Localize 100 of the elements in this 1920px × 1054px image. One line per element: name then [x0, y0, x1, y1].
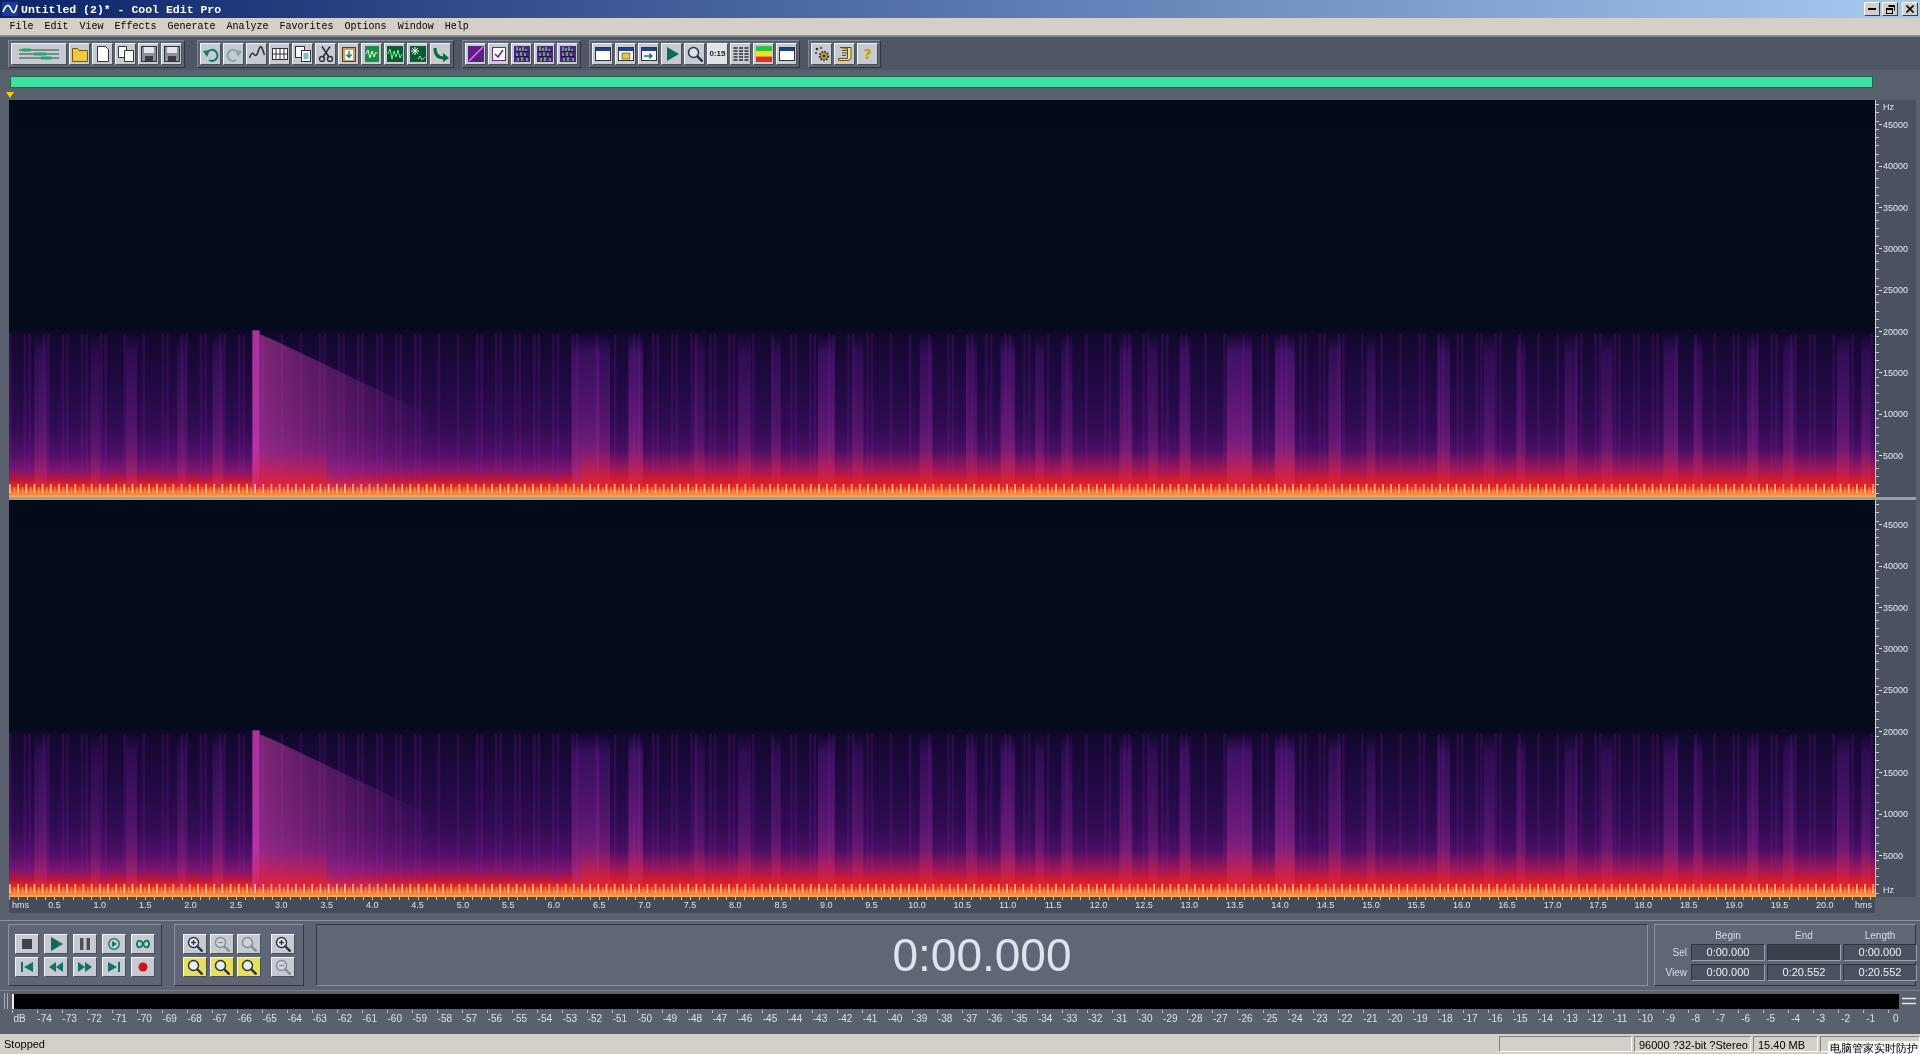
time-label: 14.5	[1316, 900, 1335, 910]
menu-item[interactable]: Window	[392, 21, 440, 32]
window-document-icon	[617, 45, 634, 62]
menu-item[interactable]: Analyze	[221, 21, 275, 32]
play-button[interactable]	[661, 42, 682, 65]
magnifier-button[interactable]	[210, 956, 234, 977]
film-strip-icon	[271, 45, 288, 62]
time-label: 15.5	[1407, 900, 1426, 910]
bars-grid-icon	[536, 45, 553, 62]
close-icon	[1906, 5, 1914, 13]
zoom-button[interactable]	[684, 42, 705, 65]
time-label: 9.0	[819, 900, 833, 910]
wave-logo-icon	[2, 2, 18, 16]
bars-grid-button[interactable]	[557, 42, 578, 65]
gears-button[interactable]	[811, 42, 832, 65]
waveform-panel-button[interactable]	[384, 42, 405, 65]
scale-label: -40	[886, 1013, 904, 1024]
window-button[interactable]	[776, 42, 797, 65]
scale-label: -72	[86, 1013, 103, 1024]
magnifier-icon	[187, 958, 203, 975]
scale-label: -20	[1387, 1013, 1404, 1024]
ramp-button[interactable]	[465, 42, 486, 65]
status-text: Stopped	[3, 1038, 46, 1050]
magnifier-button[interactable]	[237, 956, 261, 977]
copy-button[interactable]	[292, 42, 313, 65]
zoom-in-button[interactable]	[271, 933, 295, 954]
tracks-button[interactable]	[11, 42, 67, 65]
window-arrow-button[interactable]	[638, 42, 659, 65]
window-document-button[interactable]	[615, 42, 636, 65]
magnifier-button[interactable]	[183, 956, 207, 977]
scale-label: -51	[611, 1013, 629, 1024]
scale-label: -58	[436, 1013, 453, 1024]
menu-item[interactable]: Generate	[162, 21, 222, 32]
infinity-button[interactable]	[131, 933, 155, 954]
zoom-in-button[interactable]	[183, 933, 207, 954]
undo-button[interactable]	[200, 42, 221, 65]
arrow-button[interactable]	[430, 42, 451, 65]
close-button[interactable]	[1902, 2, 1918, 16]
checkbox-button[interactable]	[488, 42, 509, 65]
columns-icon	[732, 45, 749, 62]
scale-label: -57	[461, 1013, 478, 1024]
time-field[interactable]: 0:20.552	[1843, 963, 1917, 981]
time-field[interactable]: 0:00.000	[1691, 963, 1765, 981]
film-strip-button[interactable]	[269, 42, 290, 65]
floppy-button[interactable]	[161, 42, 182, 65]
skip-back-button[interactable]	[15, 956, 39, 977]
overview-bar[interactable]	[10, 76, 1873, 88]
time-field[interactable]	[1767, 943, 1841, 961]
scale-label: -50	[636, 1013, 654, 1024]
bars-grid-button[interactable]	[534, 42, 555, 65]
scroll-button[interactable]	[834, 42, 855, 65]
menu-item[interactable]: File	[4, 21, 39, 32]
cut-button[interactable]	[315, 42, 336, 65]
menu-item[interactable]: Options	[339, 21, 393, 32]
squiggle-button[interactable]	[246, 42, 267, 65]
document-wave-button[interactable]	[361, 42, 382, 65]
time-label: 1.5	[138, 900, 152, 910]
fast-forward-button[interactable]	[73, 956, 97, 977]
columns-button[interactable]	[730, 42, 751, 65]
record-button[interactable]	[131, 956, 155, 977]
pause-button[interactable]	[73, 933, 97, 954]
sparkle-panel-button[interactable]	[407, 42, 428, 65]
minimize-button[interactable]	[1864, 2, 1880, 16]
menu-item[interactable]: Edit	[39, 21, 75, 32]
menu-item[interactable]: Help	[439, 21, 475, 32]
documents-icon	[117, 45, 134, 62]
documents-button[interactable]	[115, 42, 136, 65]
spectrum-button[interactable]	[753, 42, 774, 65]
scale-label: -2	[1840, 1013, 1852, 1024]
time-label: 13.0	[1180, 900, 1199, 910]
scale-label: -11	[1612, 1013, 1629, 1024]
sparkle-panel-icon	[409, 45, 426, 62]
folder-button[interactable]	[69, 42, 90, 65]
window-button[interactable]	[592, 42, 613, 65]
clipboard-icon	[340, 45, 357, 62]
scale-label: -68	[186, 1013, 203, 1024]
time-label: 4.5	[411, 900, 424, 910]
time-label: 16.0	[1452, 900, 1471, 910]
time-format-button[interactable]: 0:15	[707, 42, 728, 65]
window-icon	[778, 45, 795, 62]
clipboard-button[interactable]	[338, 42, 359, 65]
skip-end-button[interactable]	[102, 956, 126, 977]
menu-item[interactable]: Effects	[109, 21, 163, 32]
restore-button[interactable]	[1882, 2, 1898, 16]
stop-button[interactable]	[15, 933, 39, 954]
play-button[interactable]	[44, 933, 68, 954]
time-field[interactable]: 0:20.552	[1767, 963, 1841, 981]
play-circle-button[interactable]	[102, 933, 126, 954]
scale-label: -4	[1790, 1013, 1802, 1024]
scale-label: -54	[536, 1013, 554, 1024]
bars-grid-button[interactable]	[511, 42, 532, 65]
time-label: 3.0	[275, 900, 288, 910]
rewind-button[interactable]	[44, 956, 68, 977]
menu-item[interactable]: View	[74, 21, 110, 32]
time-field[interactable]: 0:00.000	[1843, 943, 1917, 961]
unit-label: Hz	[1883, 885, 1894, 895]
menu-item[interactable]: Favorites	[274, 21, 340, 32]
document-button[interactable]	[92, 42, 113, 65]
floppy-button[interactable]	[138, 42, 159, 65]
time-field[interactable]: 0:00.000	[1691, 943, 1765, 961]
